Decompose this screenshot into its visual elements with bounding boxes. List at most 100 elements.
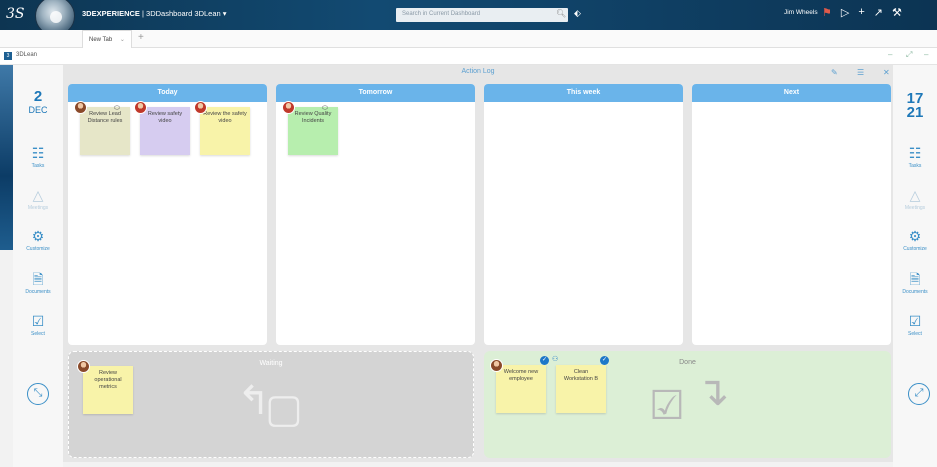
empty-note-icon: ▢ <box>265 387 303 431</box>
column-header: This week <box>484 84 683 102</box>
add-tab-button[interactable]: + <box>138 32 144 43</box>
expand-icon[interactable]: ⤢ <box>906 50 912 60</box>
column-header: Next <box>692 84 891 102</box>
sticky-note[interactable]: Review Quality Incidents <box>288 107 338 155</box>
sidebar-item-meetings[interactable]: △ Meetings <box>13 187 63 211</box>
week-end: 21 <box>906 104 924 121</box>
sticky-note[interactable]: Welcome new employee <box>496 365 546 413</box>
chevron-down-icon[interactable]: ⌄ <box>120 37 125 43</box>
edit-icon[interactable]: ✎ <box>831 68 838 77</box>
sticky-note[interactable]: Review Lead Distance rules <box>80 107 130 155</box>
sidebar-item-label: Customize <box>903 246 927 252</box>
sidebar-item-label: Customize <box>26 246 50 252</box>
documents-icon: 🗎︎ <box>32 271 44 287</box>
note-text: Review operational metrics <box>94 370 122 390</box>
share-icon[interactable]: ↗ <box>874 6 883 19</box>
sidebar-item-customize[interactable]: ⚙ Customize <box>13 228 63 252</box>
sidebar-item-label: Tasks <box>908 163 922 169</box>
sidebar-item-documents[interactable]: 🗎︎ Documents <box>893 271 937 295</box>
sidebar-item-label: Documents <box>902 289 928 295</box>
select-icon: ☑ <box>31 313 45 329</box>
collapse-button[interactable]: ⤡ <box>27 383 49 405</box>
tab-strip: New Tab ⌄ + <box>0 30 937 48</box>
group-icon: ⚇ <box>552 356 559 363</box>
add-icon[interactable]: + <box>858 6 864 19</box>
filter-icon[interactable]: ☰ <box>857 68 864 77</box>
close-icon[interactable]: ✕ <box>883 68 890 77</box>
tag-icon[interactable]: ⬖ <box>574 8 581 19</box>
avatar <box>490 359 503 372</box>
app-badge: 3 <box>4 52 12 60</box>
note-text: Welcome new employee <box>503 369 539 382</box>
tasks-icon: ☷ <box>908 145 922 161</box>
date-month: DEC <box>28 105 48 115</box>
move-arrow-icon: ↴ <box>696 370 730 414</box>
tab-new-tab[interactable]: New Tab ⌄ <box>82 30 132 48</box>
sticky-note[interactable]: Review the safety video <box>200 107 250 155</box>
sticky-note[interactable]: Clean Workstation B <box>556 365 606 413</box>
app-bar: 3 3DLean – ⤢ – <box>0 48 937 65</box>
documents-icon: 🗎︎ <box>909 271 921 287</box>
waiting-zone[interactable]: Waiting ↰ ▢ Review operational metrics <box>68 351 474 458</box>
top-bar: 3S 3DEXPERIENCE | 3DDashboard 3DLean ▾ S… <box>0 0 937 36</box>
date-day: 2 <box>33 88 43 105</box>
app-title: 3DLean <box>16 52 38 58</box>
tasks-icon: ☷ <box>31 145 45 161</box>
avatar <box>134 101 147 114</box>
sidebar-item-label: Meetings <box>904 205 926 211</box>
tools-icon[interactable]: ⚒ <box>892 6 902 19</box>
done-note-icon: ☑ <box>649 384 685 428</box>
column-today: Today Review Lead Distance rules ⬭ Revie… <box>68 84 267 345</box>
sidebar-item-customize[interactable]: ⚙ Customize <box>893 228 937 252</box>
notifications-icon[interactable]: ▷ <box>841 6 849 19</box>
sticky-note[interactable]: Review operational metrics <box>83 366 133 414</box>
customize-icon: ⚙ <box>31 228 45 244</box>
3ds-logo[interactable]: 3S <box>6 6 25 22</box>
sidebar-item-meetings[interactable]: △ Meetings <box>893 187 937 211</box>
top-actions: ⚑ ▷ + ↗ ⚒ <box>822 6 902 19</box>
expand-button[interactable]: ⤢ <box>908 383 930 405</box>
sidebar-item-select[interactable]: ☑ Select <box>13 313 63 337</box>
minimize-icon[interactable]: – <box>888 50 892 59</box>
sidebar-item-label: Documents <box>25 289 51 295</box>
sidebar-item-label: Tasks <box>31 163 45 169</box>
check-icon: ✓ <box>540 356 549 365</box>
brand-name: 3DEXPERIENCE <box>82 9 140 18</box>
search-icon[interactable]: 🔍︎ <box>556 9 566 18</box>
tab-label: New Tab <box>89 37 113 43</box>
sidebar-item-documents[interactable]: 🗎︎ Documents <box>13 271 63 295</box>
avatar <box>77 360 90 373</box>
sidebar-item-label: Select <box>908 331 922 337</box>
meetings-icon: △ <box>909 187 921 203</box>
note-text: Clean Workstation B <box>563 369 599 382</box>
action-log-widget: Action Log ✎ ☰ ✕ Today Review Lead Dista… <box>63 65 893 462</box>
note-text: Review safety video <box>147 111 183 124</box>
sidebar-item-tasks[interactable]: ☷ Tasks <box>13 145 63 169</box>
platform-title[interactable]: 3DEXPERIENCE | 3DDashboard 3DLean ▾ <box>82 9 227 18</box>
right-panel: 17 21 ☷ Tasks △ Meetings ⚙ Customize 🗎︎ … <box>893 65 937 467</box>
widget-title: Action Log <box>461 68 495 75</box>
column-tomorrow: Tomorrow Review Quality Incidents ⬭ <box>276 84 475 345</box>
sidebar-item-tasks[interactable]: ☷ Tasks <box>893 145 937 169</box>
pin-icon[interactable]: ⬭ <box>322 105 328 113</box>
sidebar-item-label: Select <box>31 331 45 337</box>
avatar <box>194 101 207 114</box>
meetings-icon: △ <box>32 187 44 203</box>
note-text: Review the safety video <box>203 111 247 124</box>
search-input[interactable]: Search in Current Dashboard <box>396 8 568 22</box>
user-name[interactable]: Jim Wheels <box>784 9 818 16</box>
sidebar-item-select[interactable]: ☑ Select <box>893 313 937 337</box>
select-icon: ☑ <box>908 313 922 329</box>
column-this-week: This week <box>484 84 683 345</box>
column-header: Today <box>68 84 267 102</box>
more-icon[interactable]: – <box>924 50 928 59</box>
sticky-note[interactable]: Review safety video <box>140 107 190 155</box>
column-header: Tomorrow <box>276 84 475 102</box>
avatar <box>74 101 87 114</box>
pin-icon[interactable]: ⬭ <box>114 105 120 113</box>
column-next: Next <box>692 84 891 345</box>
flag-icon[interactable]: ⚑ <box>822 6 832 19</box>
done-zone[interactable]: Done ☑ ↴ Welcome new employee ✓ ⚇ Clean … <box>484 351 891 458</box>
sidebar-item-label: Meetings <box>27 205 49 211</box>
dashboard-name: | 3DDashboard 3DLean ▾ <box>139 9 227 18</box>
